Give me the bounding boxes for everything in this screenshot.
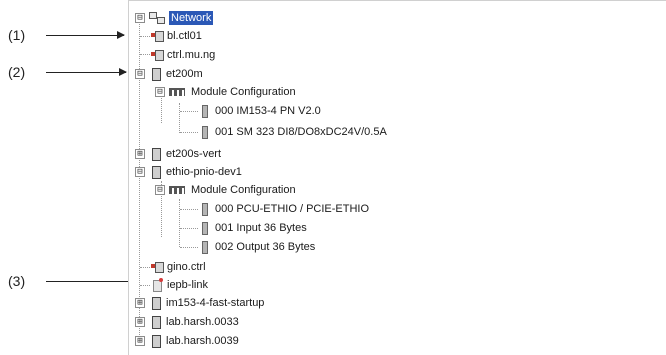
tree-item-label: 001 Input 36 Bytes	[215, 222, 307, 234]
tree-item[interactable]: iepb-link	[151, 276, 208, 294]
tree-item[interactable]: ⊞ im153-4-fast-startup	[135, 294, 264, 312]
tree-item[interactable]: ⊟ et200m	[135, 65, 203, 83]
tree-item[interactable]: 000 IM153-4 PN V2.0	[199, 102, 321, 120]
tree-item-label: lab.harsh.0039	[166, 335, 239, 347]
callout-3: (3)	[8, 273, 149, 289]
tree-item[interactable]: ⊞ lab.harsh.0033	[135, 313, 239, 331]
tree-root-network[interactable]: ⊟ Network	[135, 9, 214, 27]
network-tree: ⊟ Network bl.ctl01 ctrl.mu.ng ⊟ et200m ⊟…	[129, 1, 666, 355]
tree-item[interactable]: ⊟ ethio-pnio-dev1	[135, 163, 242, 181]
tree-item-label: et200m	[166, 68, 203, 80]
tree-item-label: 001 SM 323 DI8/DO8xDC24V/0.5A	[215, 126, 387, 138]
tree-line	[140, 36, 150, 37]
tree-line	[140, 267, 150, 268]
collapse-icon[interactable]: ⊟	[135, 13, 145, 23]
callout-label: (3)	[8, 273, 26, 289]
tree-line	[180, 111, 198, 112]
tree-item-label: 000 PCU-ETHIO / PCIE-ETHIO	[215, 203, 370, 215]
tree-item-label: ethio-pnio-dev1	[166, 166, 242, 178]
tree-line	[180, 247, 198, 248]
slot-module-icon	[199, 105, 211, 118]
tree-item-label: 002 Output 36 Bytes	[215, 241, 316, 253]
tree-item-label: bl.ctl01	[167, 30, 202, 42]
collapse-icon[interactable]: ⊟	[135, 69, 145, 79]
network-icon	[149, 12, 165, 24]
module-config-icon	[169, 86, 187, 98]
link-device-icon	[151, 278, 163, 292]
tree-item[interactable]: ⊟ Module Configuration	[155, 83, 296, 101]
io-device-icon	[150, 148, 162, 161]
tree-item[interactable]: 000 PCU-ETHIO / PCIE-ETHIO	[199, 200, 369, 218]
tree-item[interactable]: ⊞ et200s-vert	[135, 145, 221, 163]
tree-item[interactable]: ctrl.mu.ng	[151, 46, 215, 64]
tree-item[interactable]: gino.ctrl	[151, 258, 206, 276]
tree-item-label: Module Configuration	[191, 86, 296, 98]
io-device-icon	[150, 316, 162, 329]
tree-item-label: Module Configuration	[191, 184, 296, 196]
tree-item-label: et200s-vert	[166, 148, 222, 160]
tree-item[interactable]: 002 Output 36 Bytes	[199, 238, 315, 256]
callout-arrow	[46, 67, 127, 76]
tree-item-label: ctrl.mu.ng	[167, 49, 216, 61]
callout-1: (1)	[8, 27, 125, 43]
io-device-icon	[150, 68, 162, 81]
tree-item-label: iepb-link	[167, 279, 208, 291]
tree-line	[179, 199, 180, 247]
tree-item[interactable]: 001 Input 36 Bytes	[199, 219, 307, 237]
tree-line	[180, 228, 198, 229]
callout-2: (2)	[8, 64, 127, 80]
io-device-icon	[150, 297, 162, 310]
tree-item-label: lab.harsh.0033	[166, 316, 239, 328]
tree-item-label: gino.ctrl	[167, 261, 206, 273]
tree-line	[140, 285, 150, 286]
slot-module-icon	[199, 222, 211, 235]
callout-label: (2)	[8, 64, 26, 80]
controller-icon	[151, 261, 164, 273]
slot-module-icon	[199, 241, 211, 254]
tree-line	[179, 103, 180, 133]
controller-icon	[151, 30, 164, 42]
slot-module-icon	[199, 126, 211, 139]
tree-item[interactable]: ⊞ lab.harsh.0039	[135, 332, 239, 350]
tree-line	[140, 54, 150, 55]
collapse-icon[interactable]: ⊟	[135, 167, 145, 177]
network-tree-panel: ⊟ Network bl.ctl01 ctrl.mu.ng ⊟ et200m ⊟…	[128, 0, 666, 355]
callout-label: (1)	[8, 27, 26, 43]
callout-arrow	[46, 30, 125, 39]
tree-item[interactable]: ⊟ Module Configuration	[155, 181, 296, 199]
collapse-icon[interactable]: ⊟	[155, 185, 165, 195]
collapse-icon[interactable]: ⊟	[155, 87, 165, 97]
expand-icon[interactable]: ⊞	[135, 336, 145, 346]
tree-item-label: im153-4-fast-startup	[166, 297, 265, 309]
io-device-icon	[150, 166, 162, 179]
controller-icon	[151, 49, 164, 61]
tree-item[interactable]: bl.ctl01	[151, 27, 202, 45]
slot-module-icon	[199, 203, 211, 216]
tree-item-label: Network	[169, 11, 214, 25]
expand-icon[interactable]: ⊞	[135, 317, 145, 327]
io-device-icon	[150, 335, 162, 348]
expand-icon[interactable]: ⊞	[135, 149, 145, 159]
tree-line	[180, 132, 198, 133]
tree-item-label: 000 IM153-4 PN V2.0	[215, 105, 321, 117]
tree-item[interactable]: 001 SM 323 DI8/DO8xDC24V/0.5A	[199, 123, 387, 141]
module-config-icon	[169, 184, 187, 196]
expand-icon[interactable]: ⊞	[135, 298, 145, 308]
tree-line	[180, 209, 198, 210]
